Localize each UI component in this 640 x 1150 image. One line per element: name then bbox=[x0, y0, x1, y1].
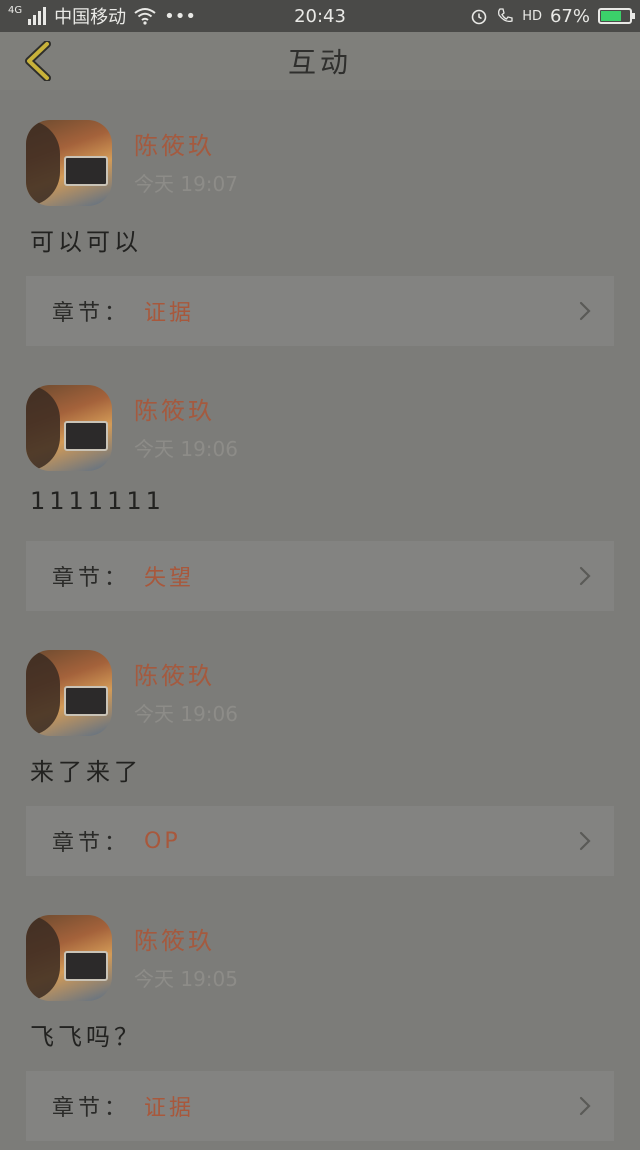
comment-text: 飞飞吗？ bbox=[30, 1023, 142, 1051]
timestamp: 今天 19:05 bbox=[134, 967, 238, 991]
chevron-left-icon bbox=[25, 41, 51, 81]
chapter-name: 证据 bbox=[144, 1096, 195, 1121]
chevron-right-icon bbox=[579, 566, 591, 586]
page-title: 互动 bbox=[287, 46, 352, 79]
avatar[interactable] bbox=[26, 120, 112, 206]
list-item: 陈筱玖 今天 19:06 1111111 章节： 失望 bbox=[0, 355, 640, 620]
chevron-right-icon bbox=[579, 1096, 591, 1116]
list-item: 陈筱玖 今天 19:05 飞飞吗？ 章节： 证据 bbox=[0, 885, 640, 1150]
wifi-icon bbox=[134, 8, 156, 25]
chapter-link[interactable]: 章节： 证据 bbox=[26, 1071, 614, 1141]
timestamp: 今天 19:06 bbox=[134, 702, 238, 726]
comment-text: 1111111 bbox=[30, 487, 165, 515]
chapter-link[interactable]: 章节： OP bbox=[26, 806, 614, 876]
list-item: 陈筱玖 今天 19:06 来了来了 章节： OP bbox=[0, 620, 640, 885]
chevron-right-icon bbox=[579, 301, 591, 321]
avatar[interactable] bbox=[26, 385, 112, 471]
more-indicator: ••• bbox=[164, 5, 196, 27]
alarm-icon bbox=[471, 9, 487, 25]
chapter-label: 章节： bbox=[52, 1096, 131, 1121]
battery-percent: 67% bbox=[549, 5, 590, 27]
status-left: 4G 中国移动 ••• bbox=[8, 3, 196, 29]
timestamp: 今天 19:06 bbox=[134, 437, 238, 461]
chapter-link[interactable]: 章节： 证据 bbox=[26, 276, 614, 346]
carrier-name: 中国移动 bbox=[54, 7, 127, 28]
chapter-label: 章节： bbox=[52, 566, 131, 591]
nav-bar: 互动 bbox=[0, 32, 640, 90]
status-bar: 4G 中国移动 ••• 20:43 HD 67% bbox=[0, 0, 640, 32]
chapter-label: 章节： bbox=[52, 301, 131, 326]
comment-text: 来了来了 bbox=[30, 758, 142, 786]
back-button[interactable] bbox=[18, 41, 58, 81]
timestamp: 今天 19:07 bbox=[134, 172, 238, 196]
username[interactable]: 陈筱玖 bbox=[134, 391, 215, 426]
battery-icon bbox=[598, 8, 635, 24]
chevron-right-icon bbox=[579, 831, 591, 851]
signal-icon bbox=[28, 7, 47, 25]
comment-text: 可以可以 bbox=[30, 228, 142, 256]
chapter-link[interactable]: 章节： 失望 bbox=[26, 541, 614, 611]
status-time: 20:43 bbox=[294, 5, 346, 27]
avatar[interactable] bbox=[26, 650, 112, 736]
avatar[interactable] bbox=[26, 915, 112, 1001]
username[interactable]: 陈筱玖 bbox=[134, 656, 215, 691]
chapter-name: 失望 bbox=[144, 566, 195, 591]
chapter-name: OP bbox=[144, 828, 181, 854]
list-item: 陈筱玖 今天 19:07 可以可以 章节： 证据 bbox=[0, 90, 640, 355]
username[interactable]: 陈筱玖 bbox=[134, 921, 215, 956]
hd-indicator: HD bbox=[522, 8, 542, 24]
network-type: 4G bbox=[8, 4, 23, 16]
chapter-name: 证据 bbox=[144, 301, 195, 326]
chapter-label: 章节： bbox=[52, 831, 131, 856]
status-right: HD 67% bbox=[470, 5, 635, 27]
username[interactable]: 陈筱玖 bbox=[134, 126, 215, 161]
interaction-list: 陈筱玖 今天 19:07 可以可以 章节： 证据 陈筱玖 今天 19:06 11… bbox=[0, 90, 640, 1150]
phone-icon bbox=[498, 8, 513, 23]
